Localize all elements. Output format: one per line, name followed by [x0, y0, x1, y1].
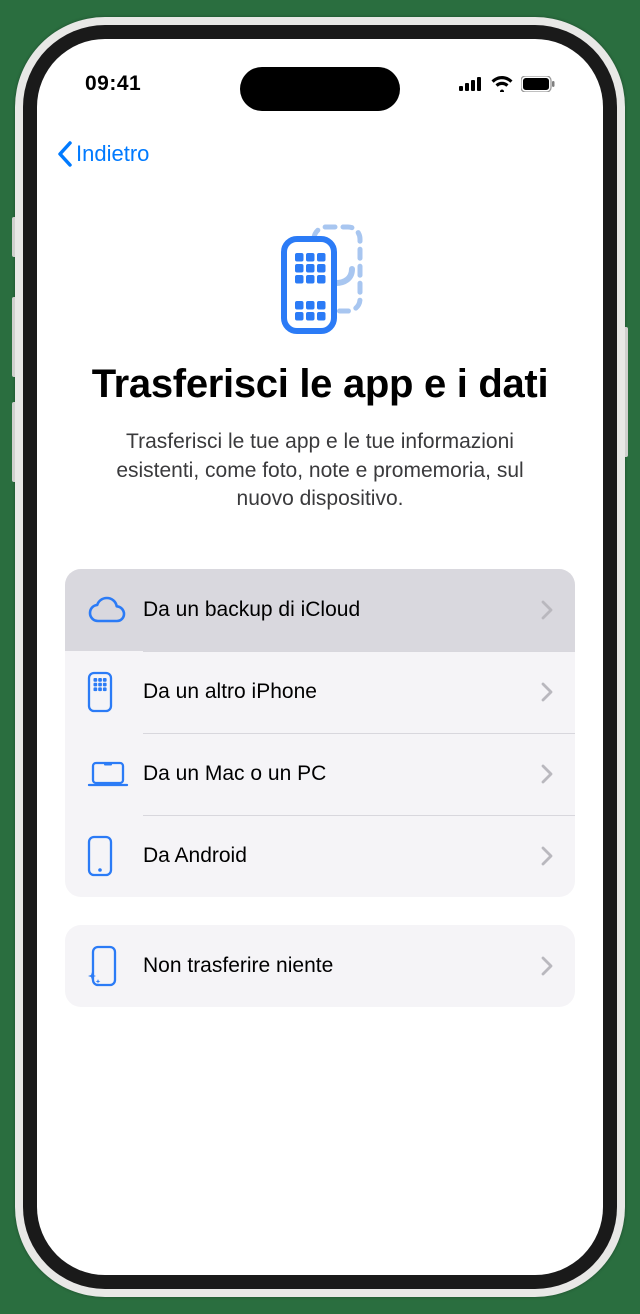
- back-label: Indietro: [76, 141, 149, 167]
- android-phone-icon: [87, 835, 139, 877]
- option-android[interactable]: Da Android: [65, 815, 575, 897]
- option-label: Da Android: [139, 844, 541, 868]
- chevron-right-icon: [541, 956, 553, 976]
- option-group-sources: Da un backup di iCloud: [65, 569, 575, 897]
- cellular-signal-icon: [459, 77, 483, 91]
- option-label: Da un backup di iCloud: [139, 598, 541, 622]
- chevron-right-icon: [541, 600, 553, 620]
- transfer-hero-icon: [37, 177, 603, 361]
- options-container: Da un backup di iCloud: [37, 513, 603, 1007]
- iphone-icon: [87, 671, 139, 713]
- status-icons: [459, 76, 555, 92]
- volume-up-button: [12, 297, 15, 377]
- option-mac-pc[interactable]: Da un Mac o un PC: [65, 733, 575, 815]
- option-icloud-backup[interactable]: Da un backup di iCloud: [65, 569, 575, 651]
- power-button: [625, 327, 628, 457]
- chevron-right-icon: [541, 846, 553, 866]
- nav-bar: Indietro: [37, 109, 603, 177]
- battery-icon: [521, 76, 555, 92]
- screen: 09:41: [37, 39, 603, 1275]
- option-another-iphone[interactable]: Da un altro iPhone: [65, 651, 575, 733]
- page-title: Trasferisci le app e i dati: [37, 361, 603, 408]
- back-button[interactable]: Indietro: [57, 141, 149, 167]
- chevron-right-icon: [541, 682, 553, 702]
- option-transfer-nothing[interactable]: Non trasferire niente: [65, 925, 575, 1007]
- option-label: Non trasferire niente: [139, 954, 541, 978]
- page-subtitle: Trasferisci le tue app e le tue informaz…: [37, 408, 603, 513]
- cloud-icon: [87, 596, 139, 624]
- option-label: Da un Mac o un PC: [139, 762, 541, 786]
- silent-switch: [12, 217, 15, 257]
- phone-bezel: 09:41: [23, 25, 617, 1289]
- chevron-right-icon: [541, 764, 553, 784]
- sparkle-phone-icon: [87, 944, 139, 988]
- option-label: Da un altro iPhone: [139, 680, 541, 704]
- laptop-icon: [87, 760, 139, 788]
- volume-down-button: [12, 402, 15, 482]
- status-time: 09:41: [85, 72, 141, 96]
- wifi-icon: [491, 76, 513, 92]
- phone-frame: 09:41: [15, 17, 625, 1297]
- option-group-nothing: Non trasferire niente: [65, 925, 575, 1007]
- chevron-left-icon: [57, 141, 73, 167]
- dynamic-island: [240, 67, 400, 111]
